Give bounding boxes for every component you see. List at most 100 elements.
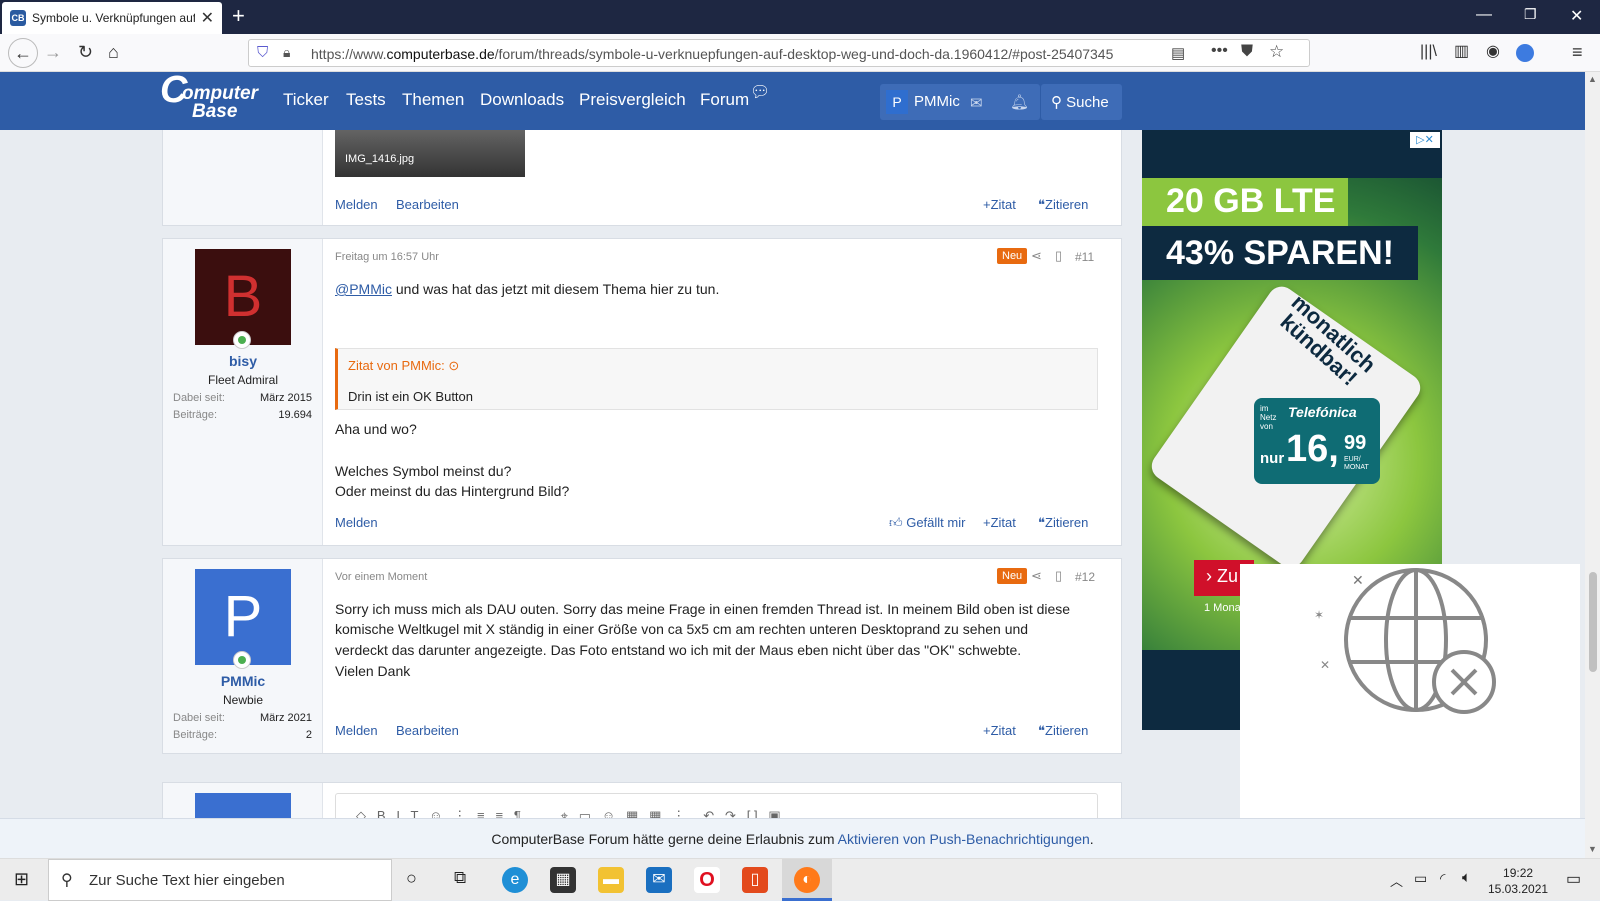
scrollbar-thumb[interactable] [1589, 572, 1597, 672]
ad-small-text: 1 Mona [1204, 602, 1241, 614]
quote-button[interactable]: ❝Zitieren [1038, 197, 1088, 213]
extension-icon[interactable] [1516, 44, 1534, 62]
file-explorer-icon[interactable]: ▬ [598, 867, 624, 893]
mail-app-icon[interactable]: ✉ [646, 867, 672, 893]
scroll-down-icon[interactable]: ▼ [1588, 844, 1597, 854]
quote-button[interactable]: ❝Zitieren [1038, 723, 1088, 739]
site-header: C omputer Base Ticker Tests Themen Downl… [0, 71, 1600, 130]
like-button[interactable]: 👍︎ Gefällt mir [889, 515, 965, 531]
post-number[interactable]: #12 [1075, 570, 1095, 584]
page-scrollbar[interactable]: ▲ ▼ [1585, 72, 1600, 858]
new-tab-icon[interactable]: + [232, 4, 245, 28]
plus-icon: + [983, 515, 991, 530]
pocket-icon[interactable]: ⛊ [1241, 43, 1253, 61]
quote-header[interactable]: Zitat von PMMic: ⊙ [348, 358, 459, 374]
ad-headline-2: 43% SPAREN! [1142, 226, 1418, 280]
share-icon[interactable]: ⋖ [1031, 248, 1042, 264]
forward-icon[interactable]: → [44, 42, 62, 62]
wifi-icon[interactable]: ◜ [1440, 870, 1445, 887]
store-icon[interactable]: ▦ [550, 867, 576, 893]
posts-label: Beiträge: [173, 409, 218, 421]
posts-value: 2 [305, 729, 312, 741]
avatar [195, 793, 291, 818]
blocked-content-overlay: ✕ ✶ ✕ [1240, 564, 1580, 844]
scroll-up-icon[interactable]: ▲ [1588, 74, 1597, 84]
mail-icon[interactable]: ✉ [970, 94, 983, 112]
plus-quote-button[interactable]: +Zitat [983, 197, 1016, 212]
nav-preisvergleich[interactable]: Preisvergleich [579, 90, 686, 110]
report-link[interactable]: Melden [335, 197, 378, 212]
battery-icon[interactable]: ▭ [1414, 870, 1427, 887]
edit-link[interactable]: Bearbeiten [396, 197, 459, 212]
bookmark-star-icon[interactable]: ☆ [1269, 42, 1284, 62]
nav-forum[interactable]: Forum [700, 90, 749, 110]
previous-post: IMG_1416.jpg Melden Bearbeiten +Zitat ❝Z… [162, 130, 1122, 226]
office-icon[interactable]: ▯ [742, 867, 768, 893]
reader-view-icon[interactable]: ▤ [1171, 44, 1185, 62]
windows-start-icon[interactable]: ⊞ [14, 869, 29, 890]
post-date[interactable]: Freitag um 16:57 Uhr [335, 251, 439, 263]
share-icon[interactable]: ⋖ [1031, 568, 1042, 584]
tab-title: Symbole u. Verknüpfungen auf [32, 11, 195, 25]
volume-muted-icon[interactable]: 🔈︎ [1462, 869, 1471, 886]
user-title: Fleet Admiral [207, 373, 279, 387]
editor-toolbar[interactable]: ◇ B I T ☺ ⋮ ≡ ≡ ¶ ⌖ ▭ ☺ ▦ ▦ ⋮ ↶ ↷ [ ] ▣ [335, 793, 1098, 818]
attachment-thumbnail[interactable]: IMG_1416.jpg [335, 130, 525, 177]
enable-push-link[interactable]: Aktivieren von Push-Benachrichtigungen [838, 831, 1090, 847]
close-tab-icon[interactable]: ✕ [201, 8, 214, 28]
post-date[interactable]: Vor einem Moment [335, 571, 427, 583]
cortana-icon[interactable]: ○ [406, 868, 417, 889]
post-username[interactable]: PMMic [163, 673, 323, 689]
bell-icon[interactable]: 🔔︎ [1010, 93, 1029, 111]
plus-quote-button[interactable]: +Zitat [983, 723, 1016, 738]
new-badge: Neu [997, 568, 1028, 584]
bookmark-icon[interactable]: ▯ [1055, 568, 1062, 584]
joined-value: März 2015 [260, 392, 312, 404]
quote-button[interactable]: ❝Zitieren [1038, 515, 1088, 531]
nav-ticker[interactable]: Ticker [283, 90, 329, 110]
edge-icon[interactable]: e [502, 867, 528, 893]
edit-link[interactable]: Bearbeiten [396, 723, 459, 738]
tracking-shield-icon[interactable]: ⛉ [257, 44, 268, 61]
minimize-icon[interactable]: — [1476, 6, 1492, 24]
nav-downloads[interactable]: Downloads [480, 90, 564, 110]
browser-tab[interactable]: CB Symbole u. Verknüpfungen auf ✕ [2, 2, 222, 34]
reload-icon[interactable]: ↻ [78, 42, 93, 62]
chevron-up-icon[interactable]: ︿ [1390, 871, 1403, 890]
new-badge: Neu [997, 248, 1028, 264]
posts-value: 19.694 [278, 409, 312, 421]
account-icon[interactable]: ◉ [1486, 42, 1500, 62]
taskbar-clock[interactable]: 19:22 15.03.2021 [1488, 865, 1548, 897]
nav-tests[interactable]: Tests [346, 90, 386, 110]
post-username[interactable]: bisy [163, 353, 323, 369]
ad-choices-icon[interactable]: ▷✕ [1410, 132, 1440, 148]
opera-icon[interactable]: O [694, 867, 720, 893]
post-number[interactable]: #11 [1075, 250, 1094, 264]
lock-icon[interactable]: 🔒︎ [283, 44, 290, 61]
user-mention-link[interactable]: @PMMic [335, 281, 392, 297]
library-icon[interactable]: |||\ [1420, 42, 1437, 62]
notification-center-icon[interactable]: ▭ [1566, 869, 1581, 889]
url-text[interactable]: https://www.computerbase.de/forum/thread… [311, 46, 1113, 62]
menu-icon[interactable]: ≡ [1572, 42, 1583, 62]
report-link[interactable]: Melden [335, 515, 378, 530]
plus-quote-button[interactable]: +Zitat [983, 515, 1016, 530]
sidebar-icon[interactable]: ▥ [1454, 42, 1469, 62]
windows-taskbar: ⊞ ⚲ Zur Suche Text hier eingeben ○ ⧉ e ▦… [0, 858, 1600, 901]
taskbar-search-input[interactable]: ⚲ Zur Suche Text hier eingeben [48, 859, 392, 901]
url-bar[interactable]: ⛉ 🔒︎ https://www.computerbase.de/forum/t… [248, 39, 1310, 67]
close-window-icon[interactable]: ✕ [1570, 6, 1583, 26]
back-icon[interactable]: ← [8, 38, 38, 68]
post-text-line: komische Weltkugel mit X ständig in eine… [335, 621, 1029, 637]
posts-label: Beiträge: [173, 729, 218, 741]
task-view-icon[interactable]: ⧉ [454, 868, 466, 888]
search-button[interactable]: ⚲ Suche [1041, 84, 1122, 120]
quote-icon: ❝ [1038, 723, 1045, 738]
report-link[interactable]: Melden [335, 723, 378, 738]
page-actions-icon[interactable]: ••• [1211, 42, 1228, 60]
nav-themen[interactable]: Themen [402, 90, 464, 110]
bookmark-icon[interactable]: ▯ [1055, 248, 1062, 264]
firefox-taskbar-button[interactable]: ◐ [782, 859, 832, 901]
restore-icon[interactable]: ❐ [1524, 6, 1537, 23]
home-icon[interactable]: ⌂ [108, 42, 119, 62]
